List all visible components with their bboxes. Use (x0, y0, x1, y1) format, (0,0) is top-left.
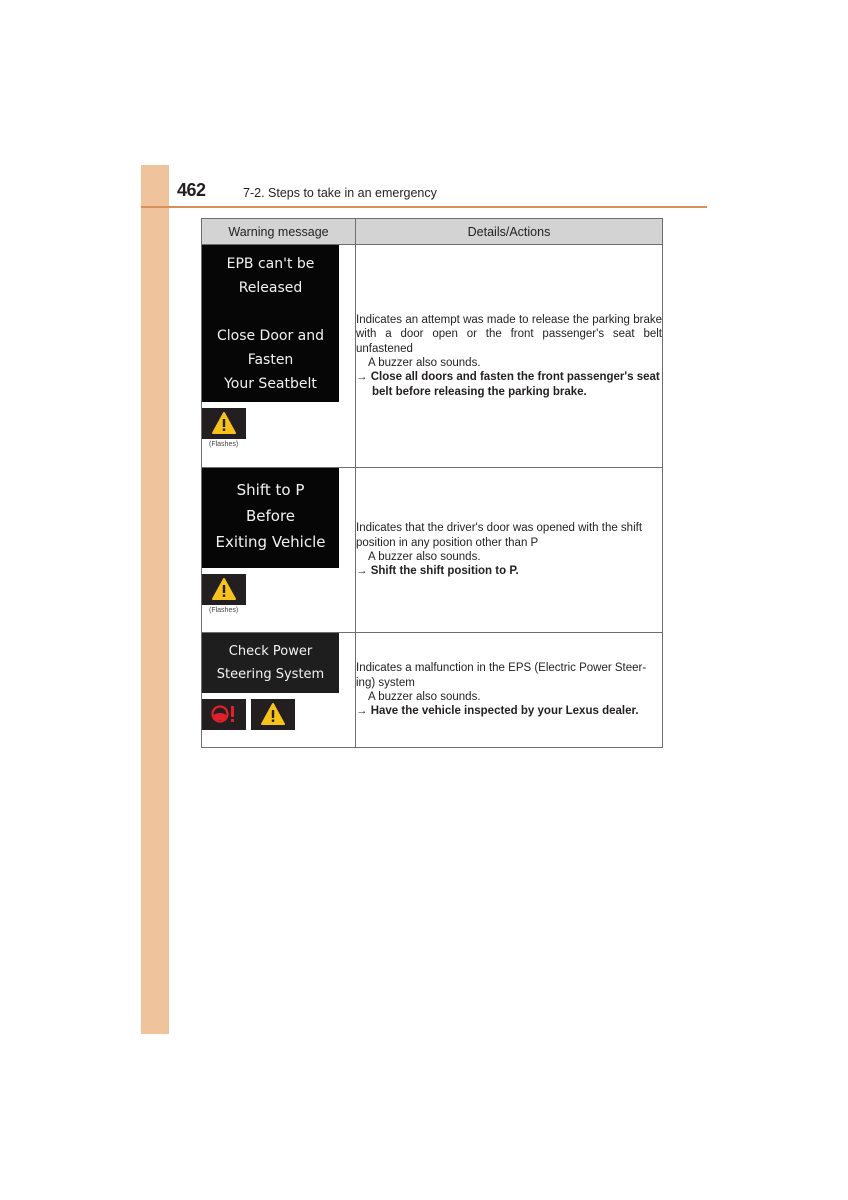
page-number: 462 (177, 180, 206, 200)
table-header-row: Warning message Details/Actions (201, 218, 663, 245)
screen-line: Fasten (247, 352, 294, 368)
description: Indicates that the driver's door was ope… (356, 522, 643, 549)
warning-message-cell: Shift to P Before Exiting Vehicle (Flash… (201, 467, 356, 633)
screen-line: Close Door and (216, 328, 325, 344)
display-screen: Shift to P Before Exiting Vehicle (202, 468, 339, 568)
section-title: 7-2. Steps to take in an emergency (243, 186, 437, 200)
table-row: Shift to P Before Exiting Vehicle (Flash… (201, 467, 663, 633)
header-rule (141, 206, 707, 208)
action: → Have the vehicle inspected by your Lex… (356, 704, 662, 718)
arrow-icon: → (356, 565, 368, 578)
warning-triangle-icon (251, 699, 296, 730)
screen-line: Shift to P (236, 481, 305, 499)
action-text: Have the vehicle inspected by your Lexus… (370, 705, 639, 718)
action-text: Close all doors and fasten the front pas… (370, 371, 660, 398)
table-row: EPB can't be Released Close Door and Fas… (201, 244, 663, 468)
screen-line: Before (245, 507, 296, 525)
display-screen: EPB can't be Released Close Door and Fas… (202, 245, 339, 402)
details-cell: Indicates that the driver's door was ope… (355, 467, 663, 633)
buzzer-note: A buzzer also sounds. (368, 357, 481, 369)
warning-table: Warning message Details/Actions EPB can'… (201, 218, 663, 748)
chapter-side-tab (141, 165, 169, 1034)
buzzer-note: A buzzer also sounds. (368, 691, 481, 703)
screen-line: Steering System (216, 667, 325, 682)
screen-line: Exiting Vehicle (215, 533, 326, 551)
warning-message-cell: EPB can't be Released Close Door and Fas… (201, 244, 356, 468)
column-header-details-actions: Details/Actions (355, 218, 663, 245)
buzzer-note: A buzzer also sounds. (368, 551, 481, 563)
screen-line: EPB can't be (226, 256, 315, 272)
power-steering-warning-icon (202, 699, 246, 730)
description: Indicates an attempt was made to release… (356, 313, 662, 355)
warning-message-cell: Check Power Steering System (201, 632, 356, 748)
action: → Close all doors and fasten the front p… (356, 370, 662, 399)
description: Indicates a malfunction in the EPS (Elec… (356, 662, 647, 689)
arrow-icon: → (356, 371, 368, 384)
screen-line: Check Power (228, 644, 313, 659)
warning-triangle-icon (202, 574, 246, 605)
column-header-warning-message: Warning message (201, 218, 356, 245)
icon-note: (Flashes) (209, 441, 239, 448)
action: → Shift the shift position to P. (356, 564, 662, 578)
action-text: Shift the shift position to P. (370, 565, 519, 578)
icon-note: (Flashes) (209, 607, 239, 614)
details-cell: Indicates a malfunction in the EPS (Elec… (355, 632, 663, 748)
screen-line: Your Seatbelt (224, 376, 317, 392)
display-screen: Check Power Steering System (202, 633, 339, 693)
screen-line (202, 300, 339, 324)
details-cell: Indicates an attempt was made to release… (355, 244, 663, 468)
warning-triangle-icon (202, 408, 246, 439)
screen-line: Released (238, 280, 303, 296)
table-row: Check Power Steering System Indicates a … (201, 632, 663, 748)
arrow-icon: → (356, 705, 368, 718)
